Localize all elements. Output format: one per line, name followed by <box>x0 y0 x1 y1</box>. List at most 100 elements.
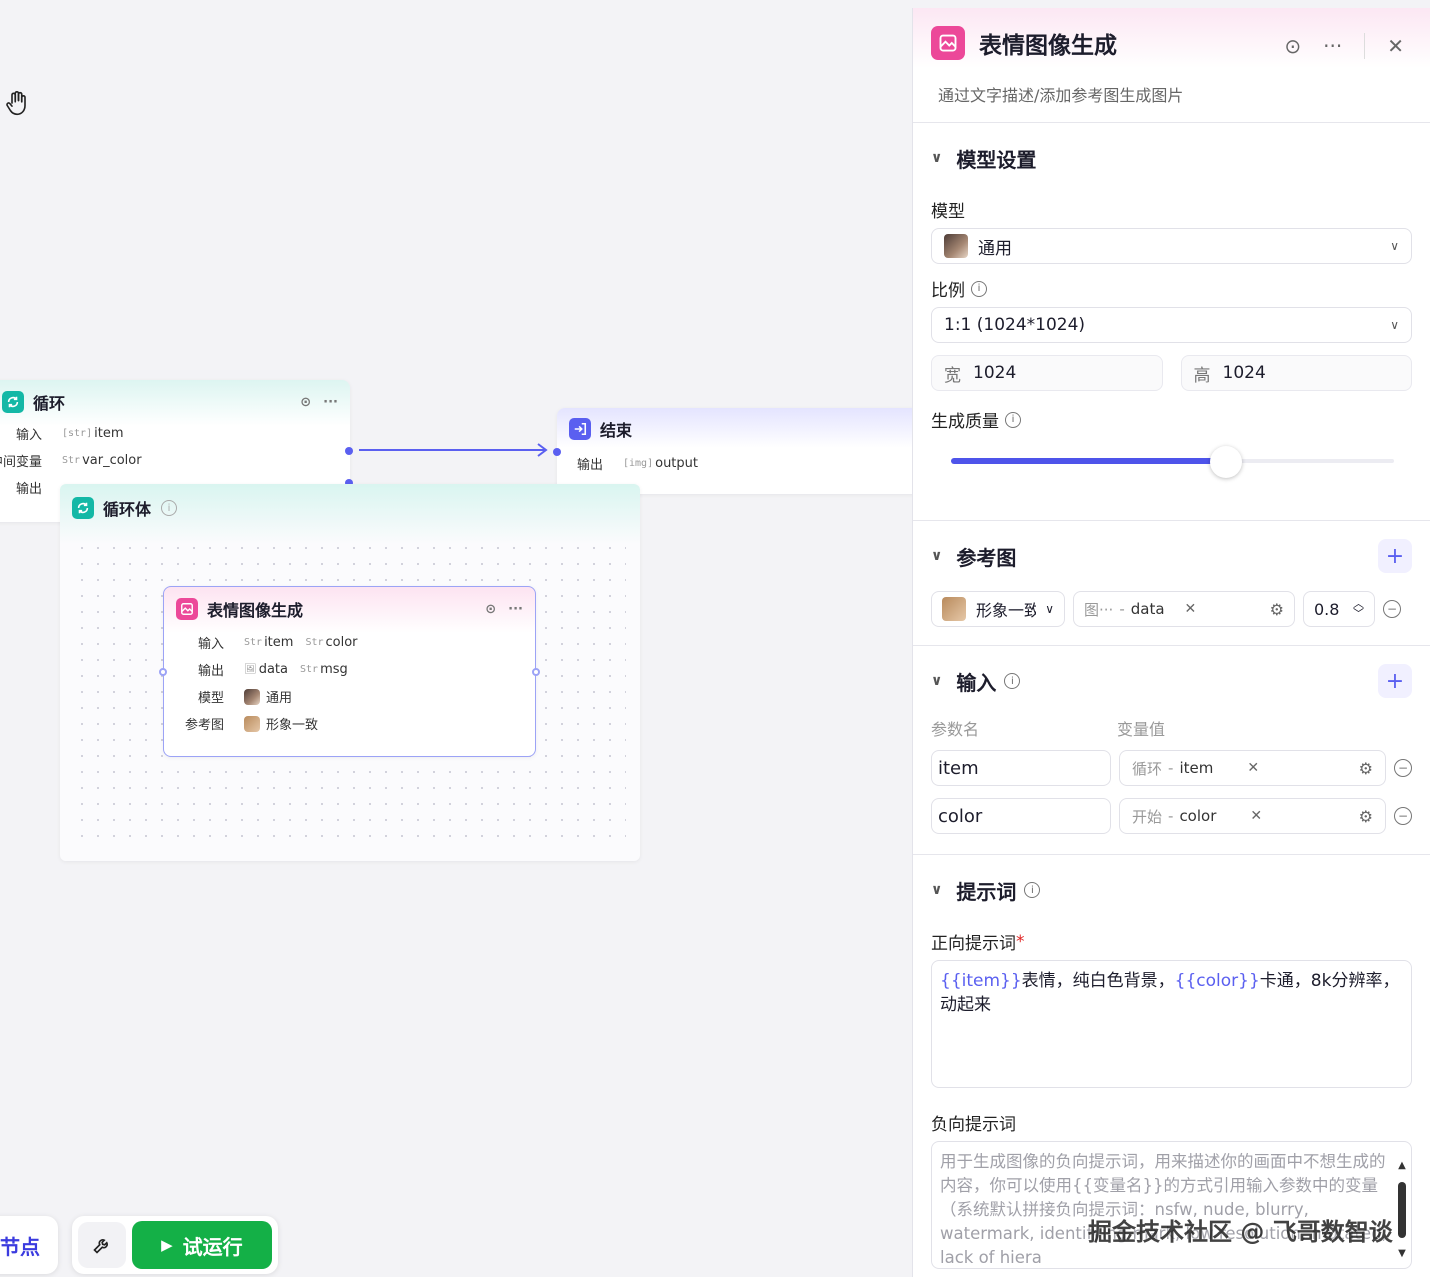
gear-icon[interactable]: ⚙ <box>1270 600 1284 619</box>
info-icon[interactable]: i <box>1024 882 1041 898</box>
add-input-button[interactable]: + <box>1378 664 1412 698</box>
chevron-down-icon: ∨ <box>1390 239 1399 253</box>
image-node-icon <box>176 598 198 620</box>
info-icon[interactable]: i <box>1004 673 1021 689</box>
slider-thumb[interactable] <box>1209 446 1242 478</box>
prompt-variable: {{item}} <box>940 971 1022 991</box>
end-input-port[interactable] <box>553 448 561 456</box>
reference-tag: 形象一致 <box>244 714 318 733</box>
remove-row-icon[interactable]: − <box>1394 759 1412 777</box>
prompt-header[interactable]: ∨ 提示词 i <box>931 855 1412 925</box>
run-node-icon[interactable]: ⊙ <box>1284 34 1301 58</box>
workflow-canvas[interactable]: 循环 ⊙ ··· 输入 [str]item 中间变量 Strvar_color … <box>0 0 912 1277</box>
prompt-section: ∨ 提示词 i 正向提示词 * {{item}}表情，纯白色背景，{{color… <box>913 855 1430 1269</box>
model-settings-header[interactable]: ∨ 模型设置 <box>931 123 1412 193</box>
ratio-select[interactable]: 1:1 (1024*1024) ∨ <box>931 307 1412 343</box>
remove-row-icon[interactable]: − <box>1394 807 1412 825</box>
loop-node-title: 循环 <box>33 394 66 413</box>
positive-prompt-label-row: 正向提示词 * <box>931 929 1412 955</box>
loop-output-port[interactable] <box>345 447 353 455</box>
divider <box>1364 33 1366 59</box>
chevron-down-icon: ∨ <box>1045 602 1054 616</box>
model-select[interactable]: 通用 ∨ <box>931 228 1412 264</box>
variable-chip: 开始 - color ✕ <box>1132 806 1262 827</box>
param-value-field[interactable]: 开始 - color ✕ ⚙ <box>1119 798 1386 834</box>
quality-slider[interactable] <box>931 442 1412 482</box>
more-icon[interactable]: ··· <box>1323 34 1342 58</box>
scroll-thumb[interactable] <box>1398 1182 1406 1238</box>
add-node-label: 节点 <box>0 1234 40 1259</box>
height-input[interactable]: 高 1024 <box>1180 355 1412 391</box>
negative-prompt-placeholder: 用于生成图像的负向提示词，用来描述你的画面中不想生成的内容，你可以使用{{变量名… <box>940 1152 1387 1267</box>
image-node-output-port[interactable] <box>532 668 540 676</box>
width-input[interactable]: 宽 1024 <box>931 355 1163 391</box>
quality-label-row: 生成质量 i <box>931 407 1412 432</box>
play-icon[interactable]: ⊙ <box>300 395 311 410</box>
reference-type-select[interactable]: 形象一致 ∨ <box>931 591 1065 627</box>
add-reference-button[interactable]: + <box>1378 539 1412 573</box>
test-run-label: 试运行 <box>182 1234 243 1259</box>
param-name-input[interactable]: item <box>931 750 1111 786</box>
test-run-button[interactable]: ▶ 试运行 <box>131 1221 272 1269</box>
loop-row-label: 输入 <box>15 428 42 443</box>
close-icon[interactable]: ✕ <box>1387 34 1404 58</box>
loop-body-icon <box>72 497 94 519</box>
variable-source: 开始 <box>1132 807 1163 826</box>
section-title: 输入 <box>956 670 997 695</box>
separator: - <box>1168 759 1174 777</box>
image-generation-node[interactable]: 表情图像生成 ⊙ ··· 输入 Str item Str color 输出 🖼 dat… <box>163 586 536 757</box>
image-node-input-port[interactable] <box>159 668 167 676</box>
variable-tag: 🖼 data <box>244 662 288 677</box>
negative-prompt-input[interactable]: 用于生成图像的负向提示词，用来描述你的画面中不想生成的内容，你可以使用{{变量名… <box>931 1141 1412 1269</box>
image-node-row-label: 模型 <box>197 691 224 706</box>
positive-prompt-input[interactable]: {{item}}表情，纯白色背景，{{color}}卡通，8k分辨率，动起来 <box>931 960 1412 1088</box>
variable-source: 循环 <box>1132 759 1163 778</box>
wrench-icon[interactable] <box>78 1222 126 1268</box>
section-title: 提示词 <box>956 879 1017 904</box>
scrollbar[interactable]: ▲ ▼ <box>1397 1154 1407 1259</box>
ratio-label-row: 比例 i <box>931 276 1412 301</box>
quality-label: 生成质量 <box>931 412 999 432</box>
reference-header[interactable]: ∨ 参考图 + <box>931 521 1412 591</box>
input-header[interactable]: ∨ 输入 i + <box>931 646 1412 716</box>
input-row: item 循环 - item ✕ ⚙ − <box>931 750 1412 786</box>
height-label: 高 <box>1193 365 1211 386</box>
play-icon[interactable]: ⊙ <box>485 602 496 617</box>
more-icon[interactable]: ··· <box>508 602 523 617</box>
model-label: 模型 <box>931 202 965 222</box>
more-icon[interactable]: ··· <box>323 395 338 410</box>
width-label: 宽 <box>944 365 961 386</box>
reference-avatar <box>942 597 966 621</box>
param-value-field[interactable]: 循环 - item ✕ ⚙ <box>1119 750 1386 786</box>
info-icon[interactable]: i <box>971 280 987 297</box>
remove-row-icon[interactable]: − <box>1383 600 1401 618</box>
param-name-input[interactable]: color <box>931 798 1111 834</box>
loop-icon <box>2 391 24 413</box>
info-icon[interactable]: i <box>1005 411 1021 428</box>
chevron-down-icon: ∨ <box>931 150 943 166</box>
hand-cursor-icon <box>6 91 26 116</box>
reference-type-value: 形象一致 <box>976 601 1036 620</box>
reference-variable-field[interactable]: 图··· - data ✕ ⚙ <box>1073 591 1295 627</box>
gear-icon[interactable]: ⚙ <box>1359 807 1373 826</box>
reference-weight-stepper[interactable]: 0.8 ︿ ﹀ <box>1303 591 1375 627</box>
remove-icon[interactable]: ✕ <box>1247 760 1259 776</box>
remove-icon[interactable]: ✕ <box>1250 808 1262 824</box>
scroll-up-icon[interactable]: ▲ <box>1397 1154 1407 1178</box>
stepper-arrows-icon[interactable]: ︿ ﹀ <box>1353 598 1364 619</box>
image-node-title: 表情图像生成 <box>207 601 304 620</box>
end-node[interactable]: 结束 输出 [img] output <box>557 408 912 494</box>
chevron-down-icon: ∨ <box>1390 318 1399 332</box>
end-row-label: 输出 <box>576 458 603 473</box>
scroll-down-icon[interactable]: ▼ <box>1397 1242 1407 1266</box>
edge-loop-to-end[interactable] <box>345 440 565 460</box>
gear-icon[interactable]: ⚙ <box>1359 759 1373 778</box>
image-type-icon: 🖼 <box>244 664 257 675</box>
loop-row-label: 输出 <box>15 482 42 497</box>
required-mark: * <box>1016 931 1025 952</box>
info-icon[interactable]: i <box>161 500 178 516</box>
add-node-button[interactable]: 节点 <box>0 1216 58 1274</box>
remove-icon[interactable]: ✕ <box>1185 601 1197 617</box>
end-node-title: 结束 <box>600 421 633 440</box>
chevron-down-icon: ∨ <box>931 548 943 564</box>
